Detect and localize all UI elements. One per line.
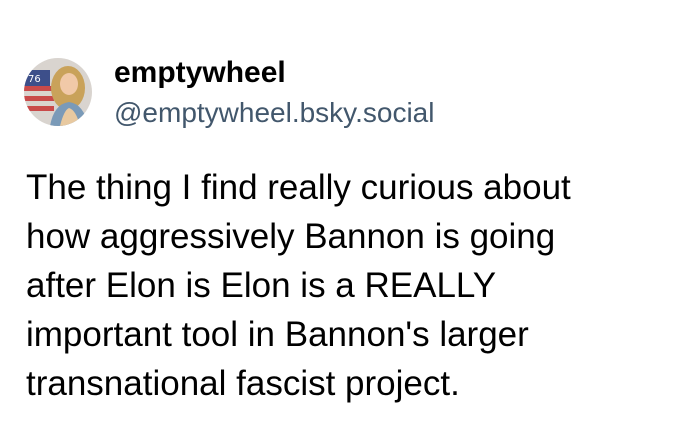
svg-text:76: 76 — [28, 74, 41, 85]
post-body: The thing I find really curious about ho… — [26, 163, 666, 408]
post-text-line: important tool in Bannon's larger — [26, 315, 529, 354]
author-display-name[interactable]: emptywheel — [114, 56, 286, 90]
author-avatar[interactable]: 76 — [24, 58, 92, 126]
post-text-line: how aggressively Bannon is going — [26, 217, 556, 256]
profile-photo-icon: 76 — [24, 58, 92, 126]
post-text-line: transnational fascist project. — [26, 364, 460, 403]
post-text-line: The thing I find really curious about — [26, 168, 571, 207]
author-handle[interactable]: @emptywheel.bsky.social — [114, 96, 434, 130]
post-text-line: after Elon is Elon is a REALLY — [26, 266, 497, 305]
post-card: 76 emptywheel @emptywheel.bsky.social Th… — [0, 0, 680, 434]
